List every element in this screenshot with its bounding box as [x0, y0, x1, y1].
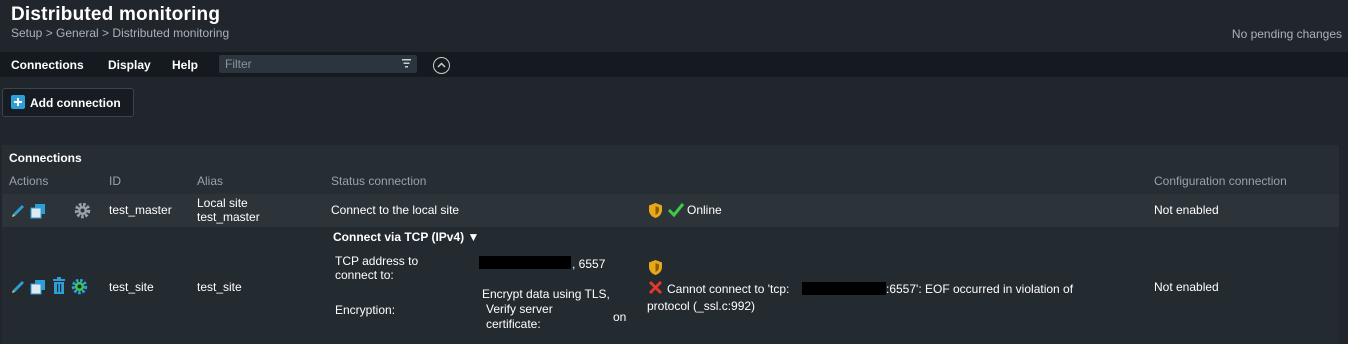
redacted-address — [479, 256, 571, 269]
menu-bar: Connections Display Help — [0, 52, 1348, 77]
row-alias-site: test_master — [197, 210, 260, 224]
edit-icon[interactable] — [10, 278, 27, 295]
filter-icon[interactable] — [401, 58, 412, 69]
table-row: test_site test_site Connect via TCP (IPv… — [2, 227, 1339, 344]
col-status: Status connection — [331, 174, 427, 188]
connect-via-dropdown[interactable]: Connect via TCP (IPv4) ▼ — [333, 230, 479, 244]
row-alias: test_site — [197, 280, 242, 294]
col-actions: Actions — [9, 174, 49, 188]
row-id: test_site — [109, 280, 154, 294]
row-id: test_master — [109, 203, 172, 217]
verify-label-2: certificate: — [486, 317, 541, 331]
error-line-2: protocol (_ssl.c:992) — [647, 299, 756, 313]
col-alias[interactable]: Alias — [197, 174, 223, 188]
filter-placeholder: Filter — [225, 57, 252, 71]
gear-icon[interactable] — [73, 201, 92, 220]
delete-icon[interactable] — [51, 277, 67, 295]
add-connection-button[interactable]: Add connection — [2, 88, 134, 117]
encryption-value: Encrypt data using TLS, — [482, 287, 610, 301]
tcp-address-label: TCP address to — [335, 254, 419, 268]
verify-value: on — [613, 310, 627, 324]
check-icon — [667, 203, 685, 218]
page-title: Distributed monitoring — [11, 4, 221, 25]
config-status: Not enabled — [1154, 203, 1219, 217]
collapse-icon[interactable] — [433, 57, 450, 74]
breadcrumb[interactable]: Setup > General > Distributed monitoring — [11, 26, 229, 40]
redacted-host — [802, 282, 886, 295]
clone-icon[interactable] — [29, 202, 47, 219]
table-title: Connections — [9, 151, 82, 165]
table-row: test_master Local site test_master Conne… — [2, 194, 1339, 227]
col-config: Configuration connection — [1154, 174, 1287, 188]
edit-icon[interactable] — [10, 202, 27, 219]
connections-table: Connections Actions ID Alias Status conn… — [2, 145, 1339, 344]
status-text: Connect to the local site — [331, 203, 460, 217]
clone-icon[interactable] — [29, 278, 47, 295]
col-id[interactable]: ID — [109, 174, 121, 188]
verify-label: Verify server — [486, 302, 553, 316]
encryption-label: Encryption: — [335, 303, 396, 317]
menu-help[interactable]: Help — [172, 58, 198, 72]
row-alias: Local site — [197, 196, 248, 210]
tcp-port: , 6557 — [572, 257, 606, 271]
add-connection-label: Add connection — [30, 96, 121, 110]
error-prefix: Cannot connect to 'tcp: — [667, 282, 790, 296]
config-status: Not enabled — [1154, 280, 1219, 294]
error-suffix: :6557': EOF occurred in violation of — [886, 282, 1074, 296]
menu-display[interactable]: Display — [108, 58, 151, 72]
shield-icon — [649, 203, 662, 218]
settings-icon[interactable] — [70, 277, 89, 296]
add-icon — [11, 95, 25, 109]
menu-connections[interactable]: Connections — [11, 58, 84, 72]
shield-icon — [649, 260, 662, 275]
status-online: Online — [687, 203, 722, 217]
tcp-address-label-2: connect to: — [335, 268, 394, 282]
pending-changes[interactable]: No pending changes — [1232, 27, 1342, 41]
filter-input[interactable]: Filter — [219, 55, 417, 73]
error-icon — [648, 280, 663, 295]
